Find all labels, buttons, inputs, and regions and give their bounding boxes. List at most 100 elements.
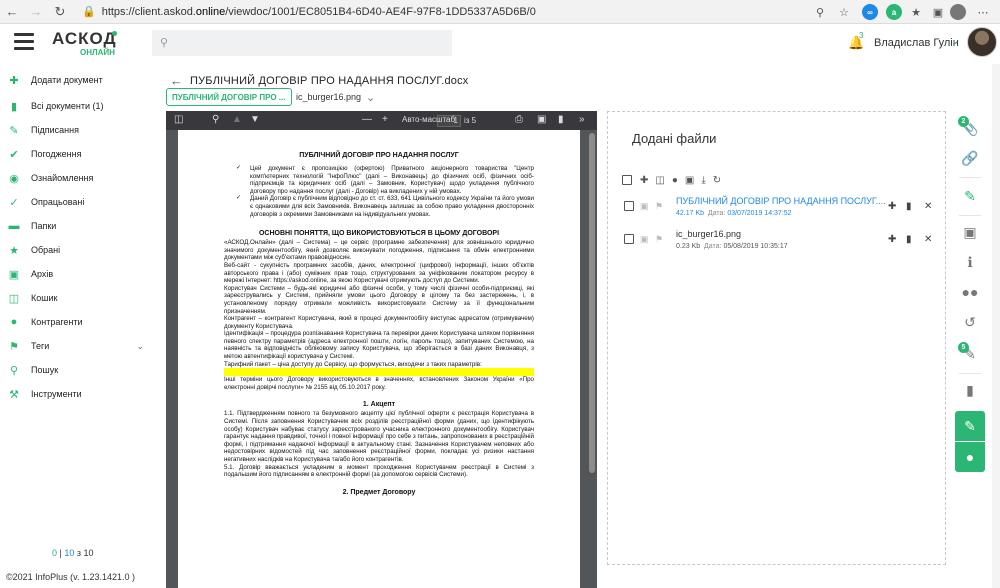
sidebar-item-review[interactable]: ◉ Ознайомлення	[0, 168, 152, 188]
lock-icon: 🔒	[82, 6, 96, 18]
forward-nav-icon[interactable]: →	[24, 0, 48, 24]
back-nav-icon[interactable]: ←	[0, 0, 24, 24]
briefcase-icon: ▣	[963, 223, 977, 240]
add-icon[interactable]: ✚	[888, 201, 896, 212]
sidebar-item-add-document[interactable]: ✚ Додати документ	[0, 70, 152, 90]
url-field[interactable]: https://client.askod.online/viewdoc/1001…	[102, 6, 536, 18]
info-tab[interactable]: ℹ	[955, 247, 985, 277]
zoom-in-icon[interactable]: +	[382, 114, 388, 125]
sidebar-item-archive[interactable]: ▣ Архів	[0, 264, 152, 284]
chat-button[interactable]: ●	[955, 442, 985, 472]
hamburger-menu-icon[interactable]	[14, 33, 34, 51]
favorites-bar-icon[interactable]: ★	[908, 4, 924, 20]
collections-icon[interactable]: ▣	[930, 4, 946, 20]
tools-icon[interactable]: »	[579, 114, 585, 125]
link-tab[interactable]: 🔗	[955, 143, 985, 173]
pdf-scrollbar[interactable]	[589, 133, 595, 473]
folder-icon: ▬	[8, 220, 20, 232]
print-icon[interactable]: ⎙	[515, 114, 523, 125]
pager-total: 10	[83, 548, 94, 558]
files-tab[interactable]: 📎 2	[955, 113, 985, 143]
logo[interactable]: АСКОД ОНЛАЙН	[52, 29, 124, 57]
page-scrollbar[interactable]	[992, 64, 1000, 588]
files-title: Додані файли	[632, 131, 717, 146]
file-name[interactable]: ПУБЛІЧНИЙ ДОГОВІР ПРО НАДАННЯ ПОСЛУГ....	[676, 196, 886, 206]
comments-tab[interactable]: ✎ 5	[955, 339, 985, 369]
close-icon[interactable]: ✕	[924, 201, 932, 212]
reload-icon[interactable]: ↻	[48, 0, 72, 24]
sidebar-item-contractors[interactable]: ● Контрагенти	[0, 312, 152, 332]
search-icon: ⚲	[160, 37, 169, 49]
briefcase-tab[interactable]: ▣	[955, 217, 985, 247]
key-icon[interactable]: ⚲	[812, 4, 828, 20]
sidebar-item-favorites[interactable]: ★ Обрані	[0, 240, 152, 260]
zoom-out-icon[interactable]: —	[362, 114, 372, 125]
users-icon[interactable]: ●	[672, 175, 678, 186]
pen-icon: ✎	[964, 187, 976, 204]
pager-end[interactable]: 10	[64, 548, 74, 558]
file-row[interactable]: ▣ ⚑ ic_burger16.png 0.23 Kb Дата: 05/08/…	[622, 229, 942, 259]
sidebar-item-processed[interactable]: ✓ Опрацьовані	[0, 192, 152, 212]
arrow-down-icon[interactable]: ▼	[250, 114, 260, 125]
sidebar-item-tags[interactable]: ⚑ Теги ⌄	[0, 336, 152, 356]
document-icon[interactable]: ▮	[906, 201, 912, 212]
sidebar-item-search[interactable]: ⚲ Пошук	[0, 360, 152, 380]
sidebar-item-trash[interactable]: ◫ Кошик	[0, 288, 152, 308]
pdf-paragraph: 1.1. Підтвердженням повного та безумовно…	[224, 410, 534, 463]
zoom-select[interactable]: Авто-масштаб	[402, 115, 468, 127]
avatar[interactable]	[967, 27, 997, 57]
close-icon[interactable]: ✕	[924, 234, 932, 245]
sidebar-item-signing[interactable]: ✎ Підписання	[0, 120, 152, 140]
pdf-toolbar: ◫ ⚲ ▲ ▼ 1 із 5 — + Авто-масштаб ⎙ ▣ ▮ »	[166, 111, 597, 130]
pdf-title: ПУБЛІЧНИЙ ДОГОВІР ПРО НАДАННЯ ПОСЛУГ	[299, 152, 459, 159]
add-icon[interactable]: ✚	[640, 175, 648, 186]
sidebar-item-label: Кошик	[31, 293, 58, 303]
sidebar-item-folders[interactable]: ▬ Папки	[0, 216, 152, 236]
refresh-icon[interactable]: ↻	[713, 175, 721, 186]
sidebar-item-label: Інструменти	[31, 389, 82, 399]
history-tab[interactable]: ↺	[955, 307, 985, 337]
chevron-down-icon[interactable]: ⌄	[136, 341, 144, 352]
divider	[959, 215, 981, 216]
bookmark-icon[interactable]: ▮	[558, 114, 564, 125]
user-name[interactable]: Владислав Гулін	[874, 37, 959, 49]
select-all-checkbox[interactable]	[622, 175, 632, 185]
profile-icon[interactable]	[950, 4, 966, 20]
pdf-viewer: ◫ ⚲ ▲ ▼ 1 із 5 — + Авто-масштаб ⎙ ▣ ▮ » …	[166, 111, 597, 588]
tab-document[interactable]: ПУБЛІЧНИЙ ДОГОВІР ПРО ...	[166, 88, 292, 106]
more-icon[interactable]: ⋯	[975, 4, 991, 20]
file-checkbox[interactable]	[624, 234, 634, 244]
right-rail: 📎 2 🔗 ✎ ▣ ℹ ●● ↺ ✎ 5 ▮ ✎ ●	[955, 111, 985, 581]
comments-badge: 5	[958, 342, 969, 353]
file-checkbox[interactable]	[624, 201, 634, 211]
document-icon[interactable]: ▮	[906, 234, 912, 245]
save-icon[interactable]: ▣	[537, 114, 546, 125]
sidebar-toggle-icon[interactable]: ◫	[174, 114, 183, 125]
add-icon[interactable]: ✚	[888, 234, 896, 245]
star-icon: ★	[9, 244, 19, 257]
file-row[interactable]: ▣ ⚑ ПУБЛІЧНИЙ ДОГОВІР ПРО НАДАННЯ ПОСЛУГ…	[622, 196, 942, 226]
sidebar-item-tools[interactable]: ⚒ Інструменти	[0, 384, 152, 404]
users-tab[interactable]: ●●	[955, 277, 985, 307]
file-name[interactable]: ic_burger16.png	[676, 229, 741, 239]
sidebar-item-all-documents[interactable]: ▮ Всі документи (1)	[0, 96, 152, 116]
chevron-down-icon[interactable]: ⌄	[366, 91, 375, 104]
add-file-tab[interactable]: ▮	[955, 375, 985, 405]
tab-image[interactable]: ic_burger16.png	[296, 88, 361, 106]
sign-tab[interactable]: ✎	[955, 181, 985, 211]
extension-a-icon[interactable]: a	[886, 4, 902, 20]
arrow-up-icon[interactable]: ▲	[232, 114, 242, 125]
extension-icon[interactable]: ∞	[862, 4, 878, 20]
info-icon: ℹ	[967, 253, 973, 270]
back-arrow-icon[interactable]: ←	[170, 73, 183, 88]
sidebar-item-approval[interactable]: ✔ Погодження	[0, 144, 152, 164]
file-size: 42.17 Kb	[676, 210, 705, 217]
download-icon[interactable]: ⤓	[701, 175, 705, 186]
search-input[interactable]	[152, 30, 452, 56]
search-icon[interactable]: ⚲	[212, 114, 219, 125]
favorite-icon[interactable]: ☆	[836, 4, 852, 20]
trash-icon[interactable]: ◫	[655, 175, 664, 186]
copy-icon[interactable]: ▣	[685, 175, 694, 186]
chevron-down-icon[interactable]: ⌄	[951, 36, 959, 47]
edit-button[interactable]: ✎	[955, 411, 985, 441]
